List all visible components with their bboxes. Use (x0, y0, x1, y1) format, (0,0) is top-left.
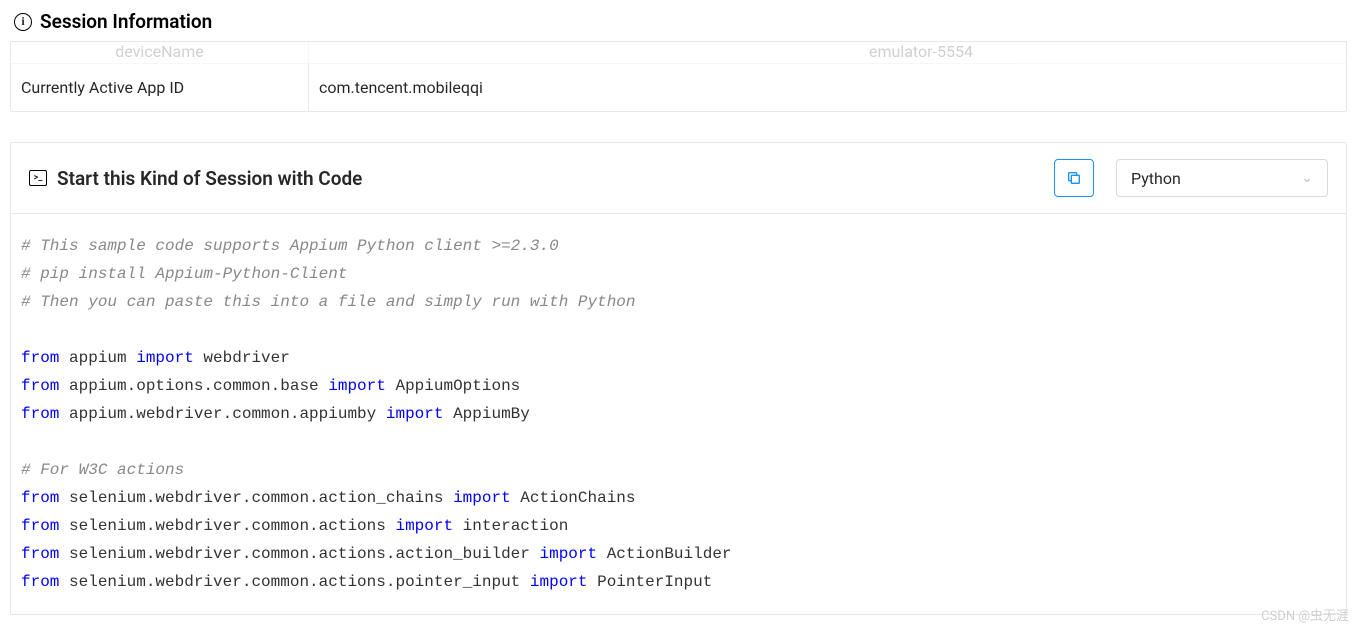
info-icon (14, 13, 32, 31)
language-select-value: Python (1131, 169, 1181, 188)
copy-icon (1066, 170, 1082, 186)
info-value: com.tencent.mobileqqi (309, 64, 1346, 111)
info-label: Currently Active App ID (11, 64, 309, 111)
info-value: emulator-5554 (309, 42, 1346, 63)
code-block: # This sample code supports Appium Pytho… (11, 214, 1346, 614)
info-label: deviceName (11, 42, 309, 63)
code-header: Start this Kind of Session with Code Pyt… (11, 143, 1346, 214)
terminal-icon (29, 170, 47, 186)
code-section: Start this Kind of Session with Code Pyt… (10, 142, 1347, 615)
table-row: deviceName emulator-5554 (11, 42, 1346, 64)
copy-button[interactable] (1054, 159, 1094, 197)
session-info-title: Session Information (40, 10, 212, 33)
session-info-header: Session Information (0, 0, 1357, 41)
language-select[interactable]: Python ⌄ (1116, 159, 1328, 197)
code-section-title: Start this Kind of Session with Code (57, 167, 1044, 190)
watermark: CSDN @虫无涯 (1261, 605, 1349, 624)
chevron-down-icon: ⌄ (1301, 170, 1313, 186)
table-row: Currently Active App ID com.tencent.mobi… (11, 64, 1346, 111)
session-info-panel: deviceName emulator-5554 Currently Activ… (10, 41, 1347, 112)
